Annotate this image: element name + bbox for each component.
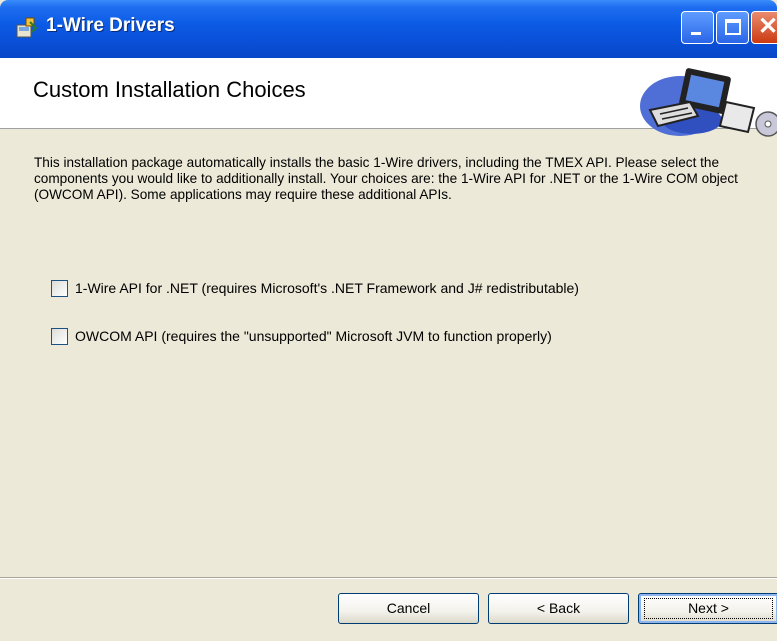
minimize-button[interactable] — [681, 11, 714, 44]
maximize-icon — [725, 19, 741, 35]
back-button[interactable]: < Back — [488, 593, 629, 624]
cancel-button[interactable]: Cancel — [338, 593, 479, 624]
dotnet-api-label[interactable]: 1-Wire API for .NET (requires Microsoft'… — [75, 280, 579, 296]
title-bar[interactable]: 1-Wire Drivers ✕ — [0, 0, 777, 58]
computer-clipart-icon — [640, 68, 777, 137]
next-button-label: Next > — [688, 600, 729, 616]
installer-package-icon — [16, 17, 38, 38]
maximize-button[interactable] — [716, 11, 749, 44]
minimize-icon — [691, 32, 701, 35]
description-text: This installation package automatically … — [34, 155, 738, 202]
close-icon: ✕ — [758, 13, 777, 40]
window-title: 1-Wire Drivers — [46, 15, 175, 36]
header-band: Custom Installation Choices — [0, 58, 777, 137]
installer-window: 1-Wire Drivers ✕ Custom Installation Cho… — [0, 0, 777, 641]
back-button-label: < Back — [536, 600, 581, 616]
next-button[interactable]: Next > — [638, 593, 777, 624]
page-title: Custom Installation Choices — [33, 77, 306, 102]
owcom-api-checkbox[interactable] — [51, 328, 68, 345]
cancel-button-label: Cancel — [386, 600, 431, 616]
close-button[interactable]: ✕ — [751, 11, 777, 44]
owcom-api-label[interactable]: OWCOM API (requires the "unsupported" Mi… — [75, 328, 552, 344]
dotnet-api-checkbox[interactable] — [51, 280, 68, 297]
footer-divider-highlight — [0, 578, 777, 579]
